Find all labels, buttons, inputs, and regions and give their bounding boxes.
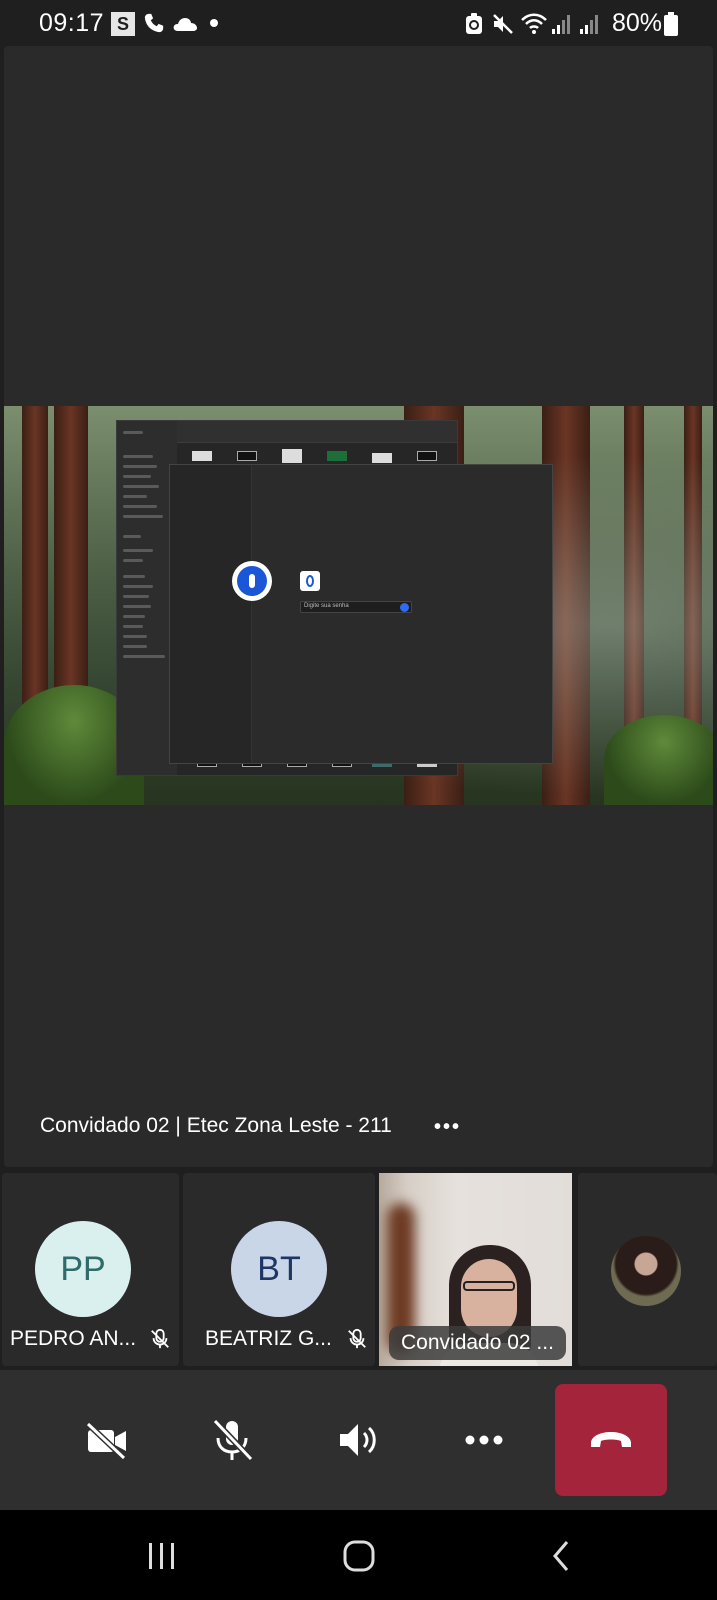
mic-off-icon bbox=[212, 1418, 254, 1462]
participant-tile[interactable]: PP PEDRO AN... bbox=[2, 1173, 179, 1366]
cloud-icon bbox=[173, 18, 197, 31]
more-icon bbox=[465, 1435, 503, 1445]
avatar: BT bbox=[231, 1221, 327, 1317]
mute-icon bbox=[493, 14, 513, 34]
s-app-icon: S bbox=[111, 12, 135, 36]
signal-icon bbox=[552, 15, 570, 34]
mic-off-icon bbox=[151, 1328, 169, 1349]
speaker-button[interactable] bbox=[326, 1408, 390, 1472]
finder-toolbar bbox=[177, 421, 457, 443]
recycle-icon bbox=[466, 13, 482, 34]
shared-screen[interactable]: Digite sua senha bbox=[4, 406, 713, 805]
password-manager-logo-icon bbox=[232, 561, 272, 601]
mic-off-icon bbox=[348, 1328, 366, 1349]
navigation-bar bbox=[0, 1510, 717, 1600]
participant-name: PEDRO AN... bbox=[10, 1327, 137, 1350]
dot-icon bbox=[210, 19, 218, 27]
status-bar: 09:17 S 80% bbox=[0, 0, 717, 46]
participant-name: BEATRIZ G... bbox=[205, 1327, 332, 1350]
unlock-icon bbox=[400, 603, 409, 612]
password-dialog: Digite sua senha bbox=[169, 464, 553, 764]
status-time: 09:17 bbox=[39, 9, 105, 37]
bush bbox=[604, 715, 713, 805]
recents-icon bbox=[149, 1543, 174, 1569]
participant-tile[interactable]: BT BEATRIZ G... bbox=[183, 1173, 375, 1366]
finder-sidebar bbox=[117, 421, 177, 775]
participant-video-tile[interactable]: Convidado 02 ... bbox=[379, 1173, 572, 1366]
speaker-icon bbox=[340, 1424, 376, 1456]
back-icon bbox=[553, 1541, 569, 1571]
avatar[interactable] bbox=[611, 1236, 681, 1306]
password-manager-small-icon bbox=[300, 571, 320, 591]
home-icon bbox=[343, 1540, 375, 1572]
password-dialog-sidebar bbox=[170, 465, 252, 763]
person-glasses bbox=[463, 1281, 515, 1291]
more-options-button[interactable] bbox=[452, 1408, 516, 1472]
battery-percent: 80% bbox=[612, 9, 663, 37]
camera-toggle-button[interactable] bbox=[74, 1408, 138, 1472]
wifi-icon bbox=[521, 13, 547, 34]
home-button[interactable] bbox=[337, 1534, 381, 1578]
phone-icon bbox=[144, 13, 164, 33]
back-button[interactable] bbox=[540, 1534, 584, 1578]
hangup-icon bbox=[591, 1432, 631, 1447]
avatar: PP bbox=[35, 1221, 131, 1317]
stage-more-button[interactable]: ••• bbox=[434, 1116, 461, 1139]
signal-icon bbox=[580, 15, 598, 34]
password-placeholder: Digite sua senha bbox=[304, 603, 349, 609]
recents-button[interactable] bbox=[140, 1534, 184, 1578]
presenter-caption: Convidado 02 | Etec Zona Leste - 211 bbox=[40, 1114, 392, 1137]
camera-off-icon bbox=[85, 1421, 127, 1461]
battery-icon bbox=[664, 12, 678, 36]
participant-name: Convidado 02 ... bbox=[389, 1326, 566, 1360]
mic-toggle-button[interactable] bbox=[200, 1408, 264, 1472]
password-field: Digite sua senha bbox=[300, 601, 412, 613]
call-control-bar bbox=[0, 1370, 717, 1510]
hang-up-button[interactable] bbox=[555, 1384, 667, 1496]
